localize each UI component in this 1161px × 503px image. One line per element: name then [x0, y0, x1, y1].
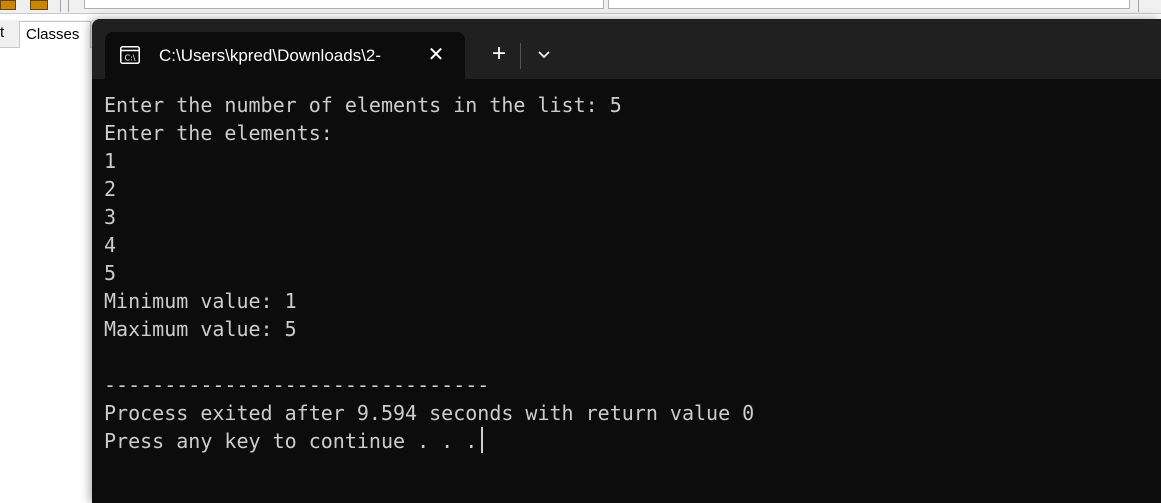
toolbar-separator	[1138, 0, 1139, 12]
terminal-window: C:\ C:\Users\kpred\Downloads\2- ✕ + Ente…	[92, 19, 1161, 503]
terminal-tab[interactable]: C:\ C:\Users\kpred\Downloads\2- ✕	[105, 32, 465, 79]
console-prompt-line: Press any key to continue . . .	[104, 427, 1154, 455]
terminal-icon: C:\	[120, 46, 140, 64]
console-line: 1	[104, 149, 117, 173]
console-prompt-text: Press any key to continue . . .	[104, 429, 478, 453]
terminal-titlebar: C:\ C:\Users\kpred\Downloads\2- ✕ +	[92, 19, 1161, 79]
titlebar-divider	[520, 43, 521, 69]
toolbar-separator	[68, 0, 69, 12]
console-line: Enter the elements:	[104, 121, 333, 145]
toolbar-separator	[60, 0, 61, 12]
console-output[interactable]: Enter the number of elements in the list…	[104, 91, 1154, 491]
terminal-tab-title: C:\Users\kpred\Downloads\2-	[159, 46, 382, 65]
text-cursor	[481, 427, 484, 453]
toolbar-save-icon[interactable]	[30, 0, 48, 10]
close-icon[interactable]: ✕	[423, 42, 449, 68]
console-line: Process exited after 9.594 seconds with …	[104, 401, 755, 425]
console-line: Enter the number of elements in the list…	[104, 93, 622, 117]
console-line: 4	[104, 233, 117, 257]
console-line: 5	[104, 261, 117, 285]
ide-left-panel	[0, 48, 92, 503]
chevron-down-icon[interactable]	[530, 41, 558, 69]
svg-text:C:\: C:\	[125, 54, 136, 63]
toolbar-combo[interactable]	[608, 0, 1130, 9]
toolbar-combo[interactable]	[84, 0, 604, 9]
console-line: Maximum value: 5	[104, 317, 297, 341]
tab-project[interactable]: t	[0, 21, 15, 47]
ide-toolbar	[0, 0, 1161, 14]
ide-panel-tabs: t Classes	[0, 20, 100, 48]
console-line: Minimum value: 1	[104, 289, 297, 313]
tab-classes[interactable]: Classes	[19, 21, 91, 48]
console-line: --------------------------------	[104, 373, 490, 397]
toolbar-folder-icon[interactable]	[0, 0, 16, 10]
console-line: 2	[104, 177, 117, 201]
plus-icon[interactable]: +	[485, 41, 513, 69]
console-line: 3	[104, 205, 117, 229]
